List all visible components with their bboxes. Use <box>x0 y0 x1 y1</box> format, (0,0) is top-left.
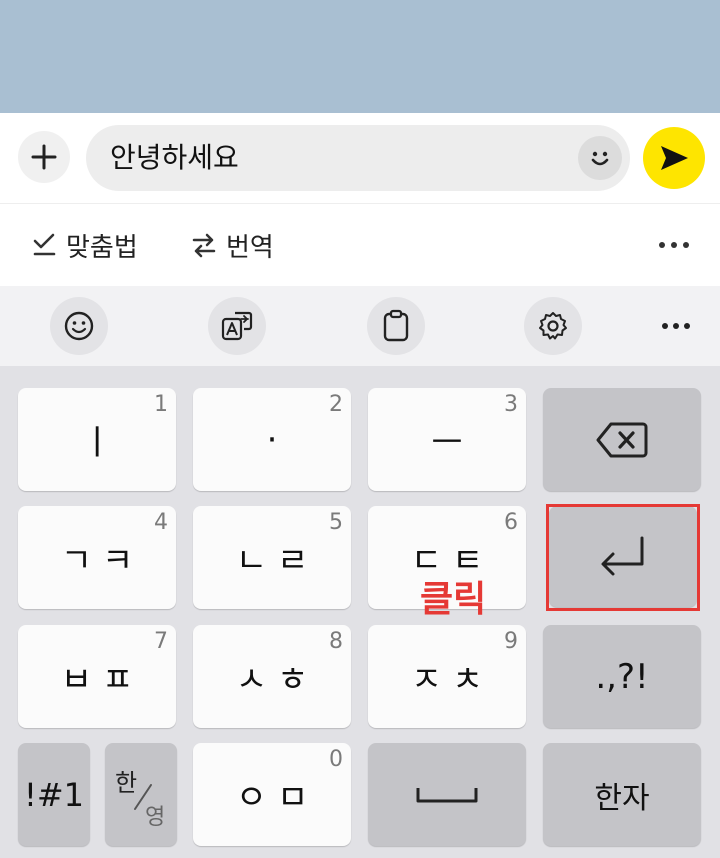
key-i[interactable]: ㅣ 1 <box>18 388 176 491</box>
punctuation-key[interactable]: .,?! <box>543 625 701 728</box>
more-options-button[interactable] <box>658 204 690 286</box>
key-nieun[interactable]: ㄴㄹ 5 <box>193 506 351 609</box>
plus-icon <box>31 144 57 170</box>
key-label: ㅇㅁ <box>235 778 319 818</box>
key-label: ㅈㅊ <box>410 660 494 700</box>
key-number: 2 <box>329 392 343 417</box>
message-text: 안녕하세요 <box>110 141 239 174</box>
settings-icon <box>539 312 567 340</box>
key-label: ㄴㄹ <box>235 541 319 581</box>
message-field[interactable]: 안녕하세요 <box>86 125 630 191</box>
send-button[interactable] <box>643 127 705 189</box>
key-number: 8 <box>329 629 343 654</box>
clipboard-icon <box>383 309 409 342</box>
key-number: 5 <box>329 510 343 535</box>
translate-tool-button[interactable] <box>208 297 266 355</box>
key-label: .,?! <box>595 656 649 697</box>
suggestion-bar: 맞춤법 번역 <box>0 204 720 286</box>
clipboard-tool-button[interactable] <box>367 297 425 355</box>
key-number: 3 <box>504 392 518 417</box>
key-ieung[interactable]: ㅇㅁ 0 <box>193 743 351 846</box>
key-label: ㅂㅍ <box>60 660 144 700</box>
settings-tool-button[interactable] <box>524 297 582 355</box>
translate-label: 번역 <box>226 232 274 263</box>
key-label: · <box>266 419 288 460</box>
key-giyeok[interactable]: ㄱㅋ 4 <box>18 506 176 609</box>
backspace-key[interactable] <box>543 388 701 491</box>
space-icon <box>416 787 478 802</box>
keyboard: ㅣ 1 · 2 ㅡ 3 ㄱㅋ 4 ㄴㄹ 5 ㄷㅌ 6 ㅂㅍ 7 ㅅㅎ 8 ㅈㅊ … <box>0 366 720 858</box>
check-underline-icon <box>33 233 56 256</box>
key-label: ㅅㅎ <box>235 660 319 700</box>
translate-icon <box>221 311 253 341</box>
key-label: ㄱㅋ <box>60 541 144 581</box>
symbol-key[interactable]: !#1 <box>18 743 90 846</box>
lang-english-label: 영 <box>145 805 166 830</box>
click-annotation: 클릭 <box>420 579 487 620</box>
key-label: !#1 <box>24 775 84 814</box>
spellcheck-label: 맞춤법 <box>66 232 138 263</box>
key-label: ㅣ <box>81 423 123 463</box>
toolbar-more-button[interactable] <box>654 297 698 355</box>
more-dots-icon <box>662 323 690 329</box>
emoji-icon <box>64 311 94 341</box>
key-bieup[interactable]: ㅂㅍ 7 <box>18 625 176 728</box>
send-arrow-icon <box>661 146 688 170</box>
slash-icon <box>134 784 152 810</box>
emoji-tool-button[interactable] <box>50 297 108 355</box>
language-toggle-key[interactable]: 한 영 <box>105 743 177 846</box>
emoticon-button[interactable] <box>578 136 622 180</box>
spellcheck-button[interactable]: 맞춤법 <box>32 204 138 286</box>
key-eu[interactable]: ㅡ 3 <box>368 388 526 491</box>
key-number: 4 <box>154 510 168 535</box>
space-key[interactable] <box>368 743 526 846</box>
key-siot[interactable]: ㅅㅎ 8 <box>193 625 351 728</box>
key-dot[interactable]: · 2 <box>193 388 351 491</box>
key-label: ㅡ <box>431 423 473 463</box>
keyboard-toolbar <box>0 286 720 366</box>
message-input-bar: 안녕하세요 <box>0 113 720 203</box>
more-dots-icon <box>659 242 689 248</box>
smiley-icon <box>591 151 609 166</box>
key-number: 1 <box>154 392 168 417</box>
chat-background <box>0 0 720 113</box>
key-number: 6 <box>504 510 518 535</box>
attach-button[interactable] <box>18 131 70 183</box>
highlight-box <box>546 504 700 611</box>
key-number: 9 <box>504 629 518 654</box>
key-number: 0 <box>329 747 343 772</box>
backspace-icon <box>596 422 648 457</box>
key-jieut[interactable]: ㅈㅊ 9 <box>368 625 526 728</box>
key-number: 7 <box>154 629 168 654</box>
hanja-key[interactable]: 한자 <box>543 743 701 846</box>
translate-button[interactable]: 번역 <box>190 204 274 286</box>
swap-arrows-icon <box>192 233 216 258</box>
key-label: 한자 <box>594 780 650 816</box>
